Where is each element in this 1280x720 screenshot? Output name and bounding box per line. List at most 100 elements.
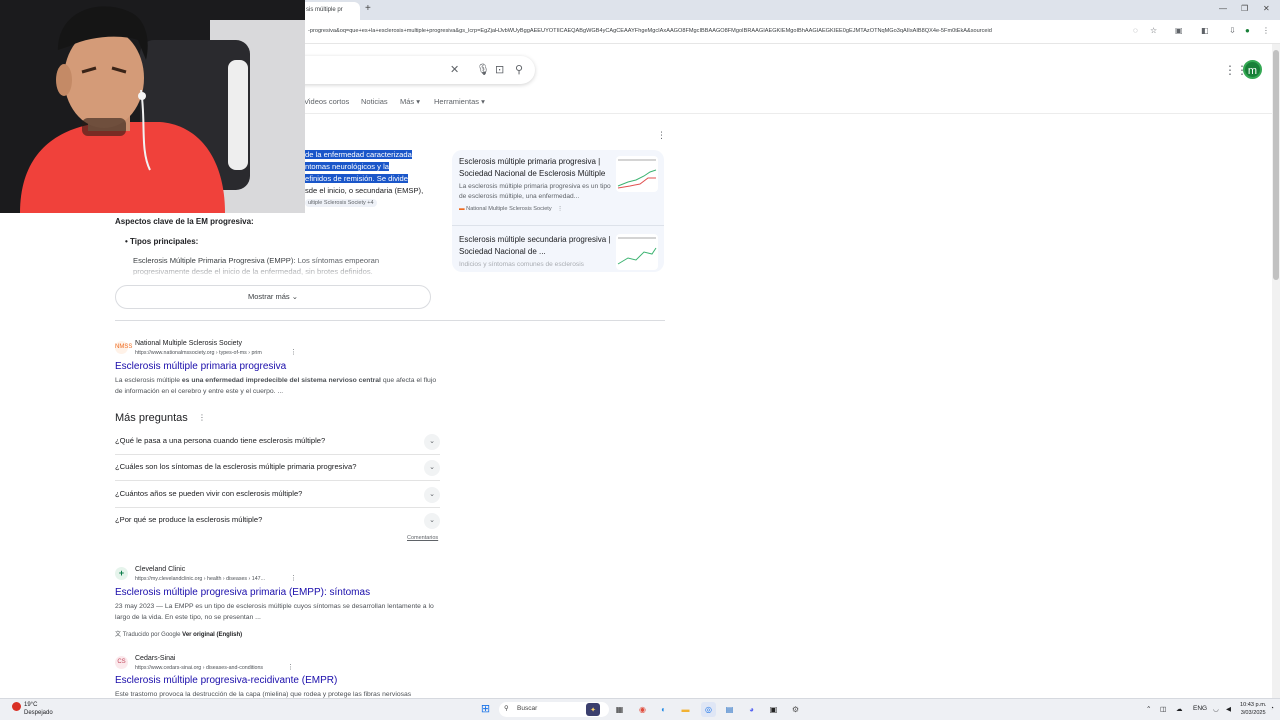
result-site-name: Cleveland Clinic	[135, 566, 186, 573]
notifications-icon[interactable]: ◔	[1270, 705, 1274, 712]
edge-icon[interactable]: ◐	[656, 702, 671, 717]
paa-title: Más preguntas	[115, 412, 188, 424]
chart-thumbnail-icon	[617, 159, 657, 189]
overview-line: sde el inicio, o secundaria (EMSP),	[305, 186, 424, 195]
filter-noticias[interactable]: Noticias	[361, 97, 388, 106]
clock-date: 3/03/2025	[1240, 710, 1266, 716]
scrollbar-thumb[interactable]	[1273, 50, 1279, 280]
overview-line: ntomas neurológicos y la	[305, 161, 435, 173]
source-site-name: National Multiple Sclerosis Society	[466, 206, 552, 212]
volume-icon[interactable]: ◀	[1226, 705, 1231, 713]
bullet-label: Tipos principales:	[130, 237, 199, 246]
screen: sis múltiple pr + — ❐ ✕ -progresiva&oq=q…	[0, 0, 1280, 720]
search-input[interactable]: ✕ 🎙 ⊡ ⚲	[300, 56, 535, 84]
windows-taskbar: 19°C Despejado ⊞ ⚲ Buscar ✦ ▦ ◉ ◐ ▬ ◎ ▤ ◕ …	[0, 698, 1280, 720]
new-tab-button[interactable]: +	[365, 3, 371, 14]
result-title-link[interactable]: Esclerosis múltiple progresiva primaria …	[115, 587, 370, 598]
comments-link[interactable]: Comentarios	[407, 535, 438, 541]
paa-question[interactable]: ¿Qué le pasa a una persona cuando tiene …	[115, 429, 440, 455]
filter-videos-cortos[interactable]: Videos cortos	[304, 97, 349, 106]
translated-by: Traducido por Google	[122, 632, 181, 638]
result-menu-icon[interactable]: ⋮	[290, 348, 297, 356]
source-title: Esclerosis múltiple secundaria progresiv…	[459, 235, 611, 256]
cleveland-clinic-favicon-icon: +	[115, 567, 128, 580]
lens-icon[interactable]: ⊡	[495, 63, 504, 76]
weather-condition: Despejado	[24, 710, 53, 716]
close-window-button[interactable]: ✕	[1263, 4, 1270, 13]
source-snippet: La esclerosis múltiple primaria progresi…	[459, 183, 611, 200]
result-title-link[interactable]: Esclerosis múltiple primaria progresiva	[115, 361, 286, 372]
chevron-down-icon: ⌄	[424, 460, 440, 476]
chevron-down-icon: ⌄	[424, 487, 440, 503]
microphone-icon[interactable]: 🎙	[476, 63, 490, 76]
nmss-favicon-icon: NMSS	[115, 341, 132, 354]
network-icon[interactable]: ◫	[1160, 705, 1166, 713]
filter-mas[interactable]: Más ▾	[400, 97, 420, 106]
search-icon: ⚲	[504, 705, 509, 712]
weather-temp: 19°C	[24, 702, 38, 708]
snippet-pre: La esclerosis múltiple	[115, 377, 182, 384]
filter-herramientas[interactable]: Herramientas ▾	[434, 97, 485, 106]
show-more-label: Mostrar más	[247, 292, 290, 301]
profile-icon[interactable]: ●	[1245, 26, 1250, 35]
paa-question[interactable]: ¿Cuáles son los síntomas de la esclerosi…	[115, 455, 440, 481]
terminal-icon[interactable]: ▣	[766, 702, 781, 717]
source-snippet: Indicios y síntomas comunes de esclerosi…	[459, 261, 584, 268]
taskbar-search-label: Buscar	[517, 705, 538, 712]
show-more-button[interactable]: Mostrar más ⌄	[115, 285, 431, 309]
weather-alert-icon	[12, 702, 21, 711]
paa-question-text: ¿Qué le pasa a una persona cuando tiene …	[115, 436, 326, 445]
source-menu-icon[interactable]: ⋮	[557, 206, 563, 212]
highlighted-text: de la enfermedad caracterizada	[305, 150, 412, 159]
weather-widget[interactable]: 19°C Despejado	[24, 701, 53, 717]
discord-icon[interactable]: ◕	[744, 702, 759, 717]
search-icon[interactable]: ⚲	[515, 63, 523, 76]
overview-menu-icon[interactable]: ⋮	[657, 130, 666, 141]
chrome-icon[interactable]: ◎	[701, 702, 716, 717]
result-title-link[interactable]: Esclerosis múltiple progresiva-recidivan…	[115, 675, 337, 686]
clear-icon[interactable]: ✕	[450, 63, 459, 76]
cloud-icon[interactable]: ☁	[1176, 705, 1183, 713]
sidebar-icon[interactable]: ◧	[1201, 26, 1209, 35]
url-field[interactable]: -progresiva&oq=que+es+la+esclerosis+mult…	[308, 28, 1123, 34]
key-aspects-title: Aspectos clave de la EM progresiva:	[115, 217, 254, 226]
bookmark-star-icon[interactable]: ☆	[1150, 26, 1157, 35]
eye-off-icon[interactable]: ◌	[1133, 26, 1138, 35]
paa-menu-icon[interactable]: ⋮	[198, 413, 206, 422]
language-indicator[interactable]: ENG	[1193, 705, 1207, 712]
browser-menu-icon[interactable]: ⋮	[1262, 26, 1270, 35]
overview-line: efinidos de remisión. Se divide	[305, 173, 435, 185]
translation-note: 文 Traducido por Google Ver original (Eng…	[115, 629, 242, 638]
browser-tab[interactable]: sis múltiple pr	[300, 2, 360, 20]
filter-herramientas-label: Herramientas	[434, 97, 480, 106]
paa-question-text: ¿Cuáles son los síntomas de la esclerosi…	[115, 462, 357, 471]
result-menu-icon[interactable]: ⋮	[287, 663, 294, 671]
snippet-bold: es una enfermedad impredecible del siste…	[181, 377, 381, 384]
source-site: ▬ National Multiple Sclerosis Society ⋮	[459, 206, 659, 212]
obs-icon[interactable]: ◉	[635, 702, 650, 717]
paa-question[interactable]: ¿Por qué se produce la esclerosis múltip…	[115, 508, 440, 534]
copilot-icon: ✦	[586, 703, 600, 716]
store-icon[interactable]: ▤	[722, 702, 737, 717]
source-title: Esclerosis múltiple primaria progresiva …	[459, 157, 606, 178]
taskbar-clock[interactable]: 10:43 p.m. 3/03/2025	[1240, 701, 1266, 717]
chevron-up-icon[interactable]: ⌃	[1146, 705, 1151, 713]
view-original-link[interactable]: Ver original (English)	[182, 632, 242, 638]
minimize-button[interactable]: —	[1219, 4, 1227, 13]
overview-line: de la enfermedad caracterizada	[305, 149, 435, 161]
windows-start-icon[interactable]: ⊞	[478, 702, 493, 717]
extensions-icon[interactable]: ▣	[1175, 26, 1183, 35]
settings-gear-icon[interactable]: ⚙	[788, 702, 803, 717]
file-explorer-icon[interactable]: ▬	[678, 702, 693, 717]
result-menu-icon[interactable]: ⋮	[290, 574, 297, 582]
overview-sources-panel: Esclerosis múltiple primaria progresiva …	[452, 150, 664, 272]
paa-question[interactable]: ¿Cuántos años se pueden vivir con escler…	[115, 482, 440, 508]
source-chip[interactable]: ultiple Sclerosis Society +4	[305, 199, 377, 207]
avatar[interactable]: m	[1243, 60, 1262, 79]
download-icon[interactable]: ⇩	[1229, 26, 1236, 35]
result-snippet: La esclerosis múltiple es una enfermedad…	[115, 375, 440, 397]
wifi-icon[interactable]: ◡	[1213, 705, 1219, 713]
result-url: https://my.clevelandclinic.org › health …	[135, 576, 266, 582]
task-view-icon[interactable]: ▦	[612, 702, 627, 717]
maximize-button[interactable]: ❐	[1241, 4, 1248, 13]
